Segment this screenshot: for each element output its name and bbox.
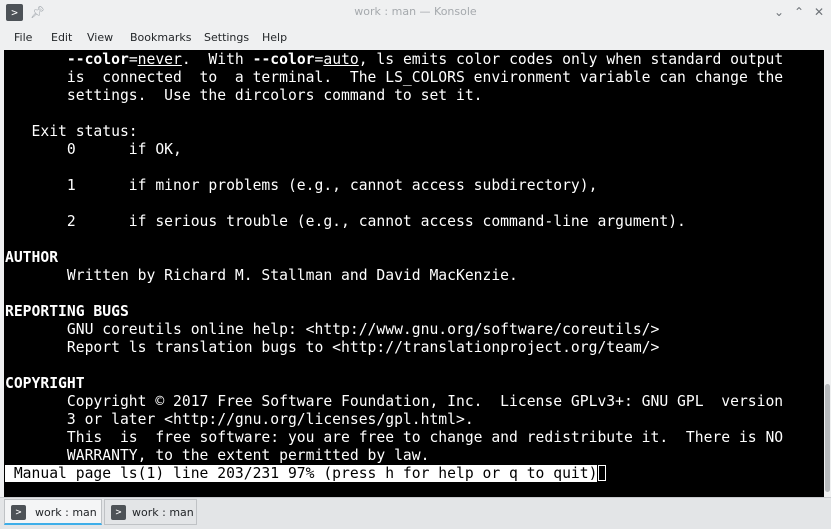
section-heading-reporting-bugs: REPORTING BUGS	[5, 303, 129, 320]
section-heading-author: AUTHOR	[5, 249, 59, 266]
terminal-line: Written by Richard M. Stallman and David…	[5, 267, 518, 284]
title-bar: > 📌︎ work : man — Konsole ⌄ ⌃ ✕	[0, 0, 831, 26]
menu-file[interactable]: File	[14, 31, 32, 44]
terminal-line: Report ls translation bugs to <http://tr…	[5, 339, 660, 356]
tab-label: work : man	[132, 506, 194, 519]
menu-bookmarks[interactable]: Bookmarks	[130, 31, 191, 44]
terminal-line: 2 if serious trouble (e.g., cannot acces…	[5, 213, 686, 230]
terminal-view[interactable]: --color=never. With --color=auto, ls emi…	[4, 50, 824, 497]
window-title: work : man — Konsole	[354, 5, 477, 18]
terminal-line: GNU coreutils online help: <http://www.g…	[5, 321, 660, 338]
terminal-line: 3 or later <http://gnu.org/licenses/gpl.…	[5, 411, 474, 428]
menu-view[interactable]: View	[87, 31, 113, 44]
scrollbar-thumb[interactable]	[825, 384, 830, 492]
terminal-line: Copyright © 2017 Free Software Foundatio…	[5, 393, 784, 410]
menu-settings[interactable]: Settings	[204, 31, 249, 44]
tab-bar: > work : man > work : man	[0, 497, 831, 529]
menu-edit[interactable]: Edit	[51, 31, 72, 44]
maximize-button[interactable]: ⌃	[792, 5, 806, 19]
tab-work-man-1[interactable]: > work : man	[4, 499, 102, 525]
terminal-icon: >	[11, 505, 26, 520]
tab-label: work : man	[35, 506, 97, 519]
terminal-line: Exit status:	[5, 123, 138, 140]
terminal-scrollbar[interactable]	[824, 50, 831, 497]
pager-status-line: Manual page ls(1) line 203/231 97% (pres…	[5, 465, 607, 483]
menu-help[interactable]: Help	[262, 31, 287, 44]
terminal-line: 1 if minor problems (e.g., cannot access…	[5, 177, 598, 194]
terminal-line: is connected to a terminal. The LS_COLOR…	[5, 69, 784, 86]
terminal-cursor	[598, 465, 607, 481]
window-menu-button[interactable]: ⌄	[772, 5, 786, 19]
terminal-line: settings. Use the dircolors command to s…	[5, 87, 483, 104]
terminal-line: This is free software: you are free to c…	[5, 429, 784, 446]
terminal-line: 0 if OK,	[5, 141, 182, 158]
menu-bar: File Edit View Bookmarks Settings Help	[0, 26, 831, 50]
terminal-line: --color=never. With --color=auto, ls emi…	[66, 51, 784, 68]
terminal-icon: >	[111, 505, 126, 520]
section-heading-copyright: COPYRIGHT	[5, 375, 85, 392]
terminal-line: WARRANTY, to the extent permitted by law…	[5, 447, 430, 464]
close-button[interactable]: ✕	[812, 5, 826, 19]
tab-work-man-2[interactable]: > work : man	[104, 499, 197, 525]
